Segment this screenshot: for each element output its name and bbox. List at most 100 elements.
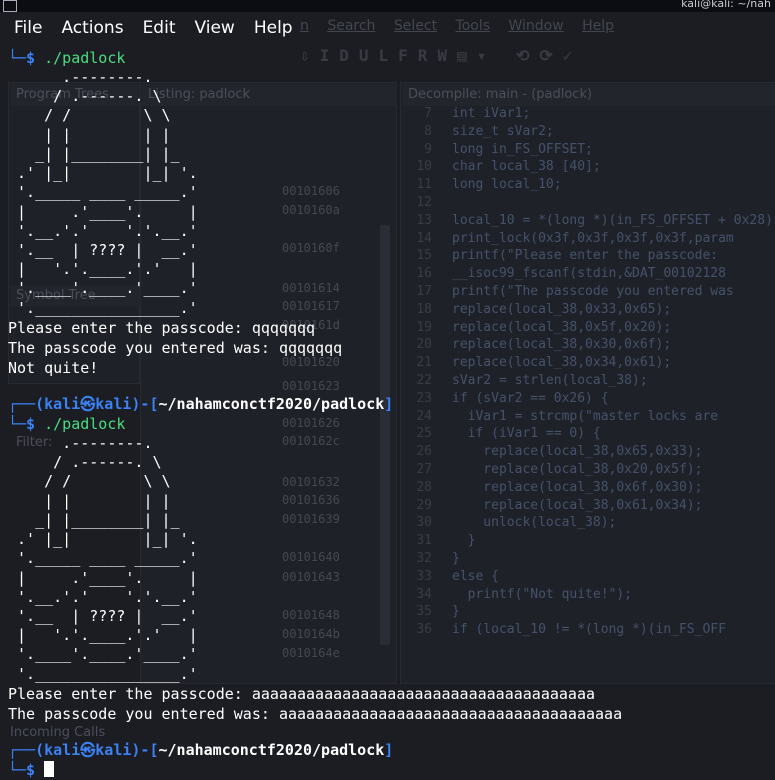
kali-skull-icon: ㉿ — [80, 741, 96, 759]
menu-view[interactable]: View — [194, 18, 234, 38]
command-line: └─$ ./padlock — [8, 414, 125, 434]
code-text: char local_38 [40]; — [452, 159, 601, 175]
padlock-art-line: _| |________| |_ — [8, 144, 180, 163]
listing-address: 00101626 — [282, 416, 340, 430]
menu-edit[interactable]: Edit — [143, 18, 176, 38]
padlock-art-line: '.____'.____.'____.' — [8, 279, 198, 298]
padlock-art-line: .--------. — [8, 434, 153, 452]
code-line: 16 __isoc99_fscanf(stdin,&DAT_00102128 — [406, 265, 775, 283]
prompt-mid: )-[ — [131, 741, 159, 759]
listing-address: 00101617 — [282, 299, 340, 313]
menu-help[interactable]: Help — [254, 18, 293, 38]
code-text: else { — [452, 568, 499, 584]
code-text: iVar1 = strcmp("master locks are — [452, 408, 719, 424]
code-line: 29 replace(local_38,0x61,0x34); — [406, 497, 775, 515]
code-line: 24 iVar1 = strcmp("master locks are — [406, 408, 775, 426]
line-number: 29 — [416, 497, 432, 513]
code-line: 13 local_10 = *(long *)(in_FS_OFFSET + 0x… — [406, 212, 775, 230]
line-number: 16 — [416, 266, 432, 282]
prompt-prefix: └─$ — [8, 415, 45, 433]
code-line: 30 unlock(local_38); — [406, 514, 775, 532]
code-text: } — [452, 604, 460, 620]
code-line: 7 int iVar1; — [406, 105, 775, 123]
padlock-art-line: | '.'.____.'.' | — [8, 626, 198, 645]
padlock-art-line: '.________________.' — [8, 664, 198, 683]
ghidra-menu-help[interactable]: Help — [582, 18, 614, 34]
code-line: 32} — [406, 550, 775, 568]
prompt-host: kali — [95, 395, 132, 413]
padlock-art-line: .--------. — [8, 68, 153, 86]
code-line: 18 replace(local_38,0x33,0x65); — [406, 301, 775, 319]
code-text: printf("Please enter the passcode: — [452, 248, 726, 264]
code-text: sVar2 = strlen(local_38); — [452, 372, 648, 388]
code-line: 10 char local_38 [40]; — [406, 158, 775, 176]
line-number: 19 — [416, 319, 432, 335]
ghidra-menu-select[interactable]: Select — [394, 18, 437, 34]
menu-file[interactable]: File — [14, 18, 42, 38]
line-number: 31 — [416, 533, 432, 549]
command-line: └─$ ./padlock — [8, 48, 125, 68]
padlock-art-line: '.__ | ???? | __.' — [8, 240, 198, 259]
code-line: 21 replace(local_38,0x34,0x61); — [406, 354, 775, 372]
line-number: 8 — [424, 123, 432, 139]
code-text: replace(local_38,0x34,0x61); — [452, 355, 672, 371]
code-line: 9 long in_FS_OFFSET; — [406, 141, 775, 159]
window-icon[interactable] — [3, 0, 17, 12]
code-text: replace(local_38,0x6f,0x30); — [452, 479, 703, 495]
menu-actions[interactable]: Actions — [61, 18, 123, 38]
command-text: ./padlock — [44, 415, 126, 433]
code-text: printf("Not quite!"); — [452, 586, 633, 602]
line-number: 10 — [416, 159, 432, 175]
code-text: if (local_10 != *(long *)(in_FS_OFF — [452, 622, 726, 638]
passcode-echo-line: The passcode you entered was: aaaaaaaaaa… — [8, 704, 622, 724]
listing-scrollbar[interactable] — [380, 225, 390, 645]
line-number: 33 — [416, 568, 432, 584]
ghidra-menu-search[interactable]: Search — [327, 18, 375, 34]
passcode-prompt: Please enter the passcode: — [8, 319, 252, 337]
code-line: 35} — [406, 603, 775, 621]
ghidra-menubar: n Search Select Tools Window Help — [300, 18, 628, 34]
code-text: replace(local_38,0x5f,0x20); — [452, 319, 672, 335]
padlock-art-line: | | | | — [8, 491, 171, 510]
prompt-prefix: └─$ — [8, 49, 45, 67]
padlock-art-line: / / \ \ — [8, 106, 171, 125]
prompt-path: ~/nahamconctf2020/padlock — [158, 395, 385, 413]
system-top-bar: kali@kali: ~/nah — [0, 0, 775, 12]
ghidra-toolbar: ⇩IDULFRW▤▾ ⟲⟳✓ — [300, 46, 583, 65]
padlock-art-line: / / \ \ — [8, 472, 171, 491]
decompile-title: Decompile: main - (padlock) — [402, 84, 775, 106]
listing-address: 00101648 — [282, 608, 340, 622]
code-text: } — [452, 533, 476, 549]
line-number: 23 — [416, 390, 432, 406]
code-line: 33 else { — [406, 568, 775, 586]
code-text: int iVar1; — [452, 106, 531, 121]
terminal-cursor[interactable] — [44, 761, 55, 777]
ghidra-menu-window[interactable]: Window — [509, 18, 564, 34]
line-number: 36 — [416, 622, 432, 638]
listing-address: 00101639 — [282, 512, 340, 526]
line-number: 28 — [416, 479, 432, 495]
line-number: 32 — [416, 550, 432, 566]
passcode-echo-line: The passcode you entered was: qqqqqqq — [8, 338, 342, 358]
code-line: 27 replace(local_38,0x20,0x5f); — [406, 461, 775, 479]
code-line: 25 if (iVar1 == 0) { — [406, 425, 775, 443]
ghidra-menu-tools[interactable]: Tools — [456, 18, 491, 34]
listing-address: 0010162c — [282, 434, 340, 448]
passcode-prompt-line: Please enter the passcode: qqqqqqq — [8, 318, 315, 338]
padlock-art-line: '.________________.' — [8, 298, 198, 317]
line-number: 12 — [416, 194, 432, 210]
kali-skull-icon: ㉿ — [80, 395, 96, 413]
code-line: 14 print_lock(0x3f,0x3f,0x3f,0x3f,param — [406, 230, 775, 248]
padlock-art-line: .' |_| |_| '. — [8, 530, 198, 549]
line-number: 27 — [416, 461, 432, 477]
passcode-input: aaaaaaaaaaaaaaaaaaaaaaaaaaaaaaaaaaaaaa — [251, 685, 596, 703]
code-line: 11 long local_10; — [406, 176, 775, 194]
line-number: 13 — [416, 212, 432, 228]
listing-address: 00101632 — [282, 475, 340, 489]
code-text: replace(local_38,0x33,0x65); — [452, 301, 672, 317]
line-number: 15 — [416, 248, 432, 264]
code-text: } — [452, 550, 460, 566]
padlock-art-line: '._____ ____ _____.' — [8, 549, 198, 568]
padlock-art-line: .' |_| |_| '. — [8, 164, 198, 183]
passcode-input: qqqqqqq — [251, 319, 316, 337]
